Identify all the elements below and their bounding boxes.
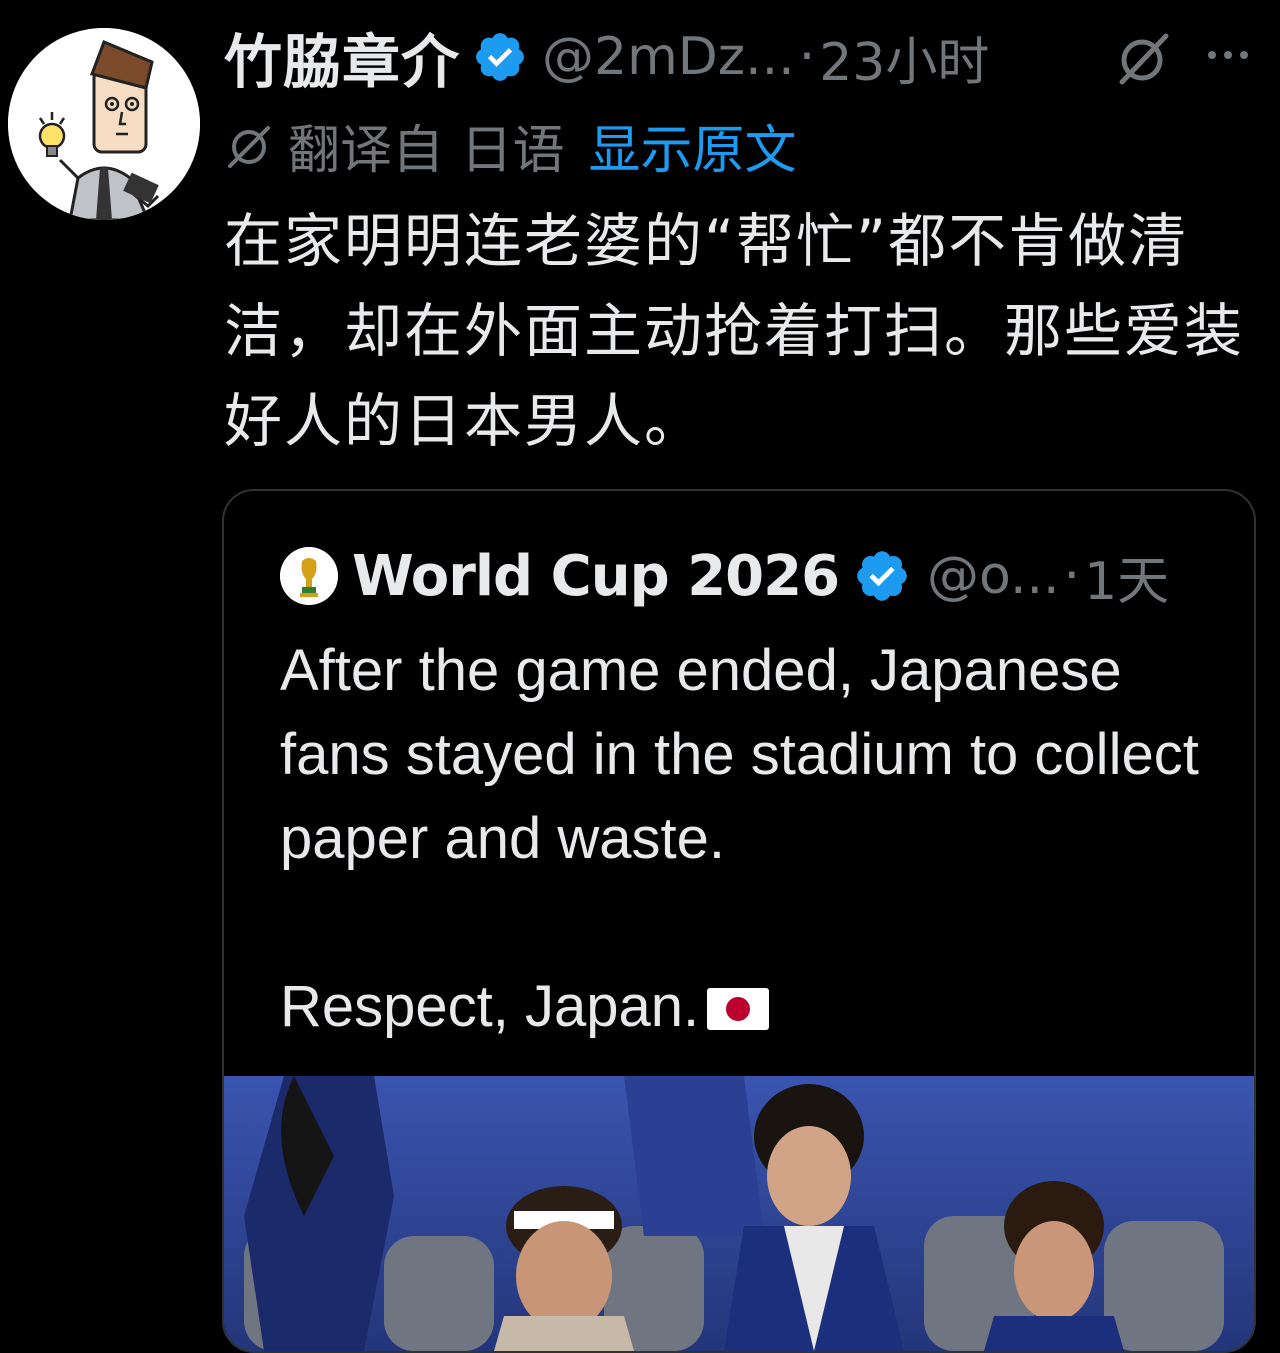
quoted-tweet-photo[interactable] bbox=[224, 1076, 1254, 1351]
separator-dot: · bbox=[1063, 546, 1081, 606]
trophy-icon bbox=[280, 547, 338, 605]
more-icon[interactable] bbox=[1204, 40, 1252, 70]
separator-dot: · bbox=[798, 27, 816, 87]
tweet-header: 竹脇章介 @2mDz... · 23小时 bbox=[224, 20, 1264, 96]
quoted-tweet-text: After the game ended, Japanese fans stay… bbox=[280, 629, 1240, 1049]
translated-from-label: 翻译自 日语 bbox=[288, 120, 565, 181]
tweet-text: 在家明明连老婆的“帮忙”都不肯做清洁，却在外面主动抢着打扫。那些爱装好人的日本男… bbox=[224, 207, 1245, 455]
quoted-tweet-paragraph: Respect, Japan. bbox=[280, 965, 1240, 1049]
grok-icon[interactable] bbox=[1112, 30, 1176, 86]
quoted-tweet-paragraph: After the game ended, Japanese fans stay… bbox=[280, 638, 1199, 871]
author-display-name[interactable]: 竹脇章介 bbox=[224, 15, 460, 99]
translate-icon bbox=[228, 126, 270, 168]
quoted-tweet-paragraph-text: Respect, Japan. bbox=[280, 974, 700, 1039]
translation-row: 翻译自 日语 显示原文 bbox=[224, 108, 797, 183]
quoted-author-display-name[interactable]: World Cup 2026 bbox=[352, 544, 840, 609]
quoted-tweet-card[interactable]: World Cup 2026 @o... · 1天 After the game… bbox=[222, 489, 1256, 1353]
japan-flag-icon bbox=[707, 988, 770, 1030]
quoted-tweet-header: World Cup 2026 @o... · 1天 bbox=[280, 539, 1169, 614]
quoted-author-avatar[interactable] bbox=[280, 547, 338, 605]
verified-badge-icon[interactable] bbox=[472, 29, 528, 85]
show-original-link[interactable]: 显示原文 bbox=[589, 108, 797, 183]
tweet-timestamp[interactable]: 23小时 bbox=[819, 20, 989, 95]
author-handle[interactable]: @2mDz... bbox=[542, 27, 795, 87]
verified-badge-icon[interactable] bbox=[853, 547, 911, 605]
stadium-fans-photo bbox=[224, 1076, 1254, 1351]
quoted-author-handle[interactable]: @o... bbox=[927, 546, 1060, 606]
cartoon-man-avatar-image bbox=[8, 28, 200, 220]
quoted-tweet-timestamp[interactable]: 1天 bbox=[1084, 539, 1169, 614]
author-avatar[interactable] bbox=[8, 28, 200, 220]
